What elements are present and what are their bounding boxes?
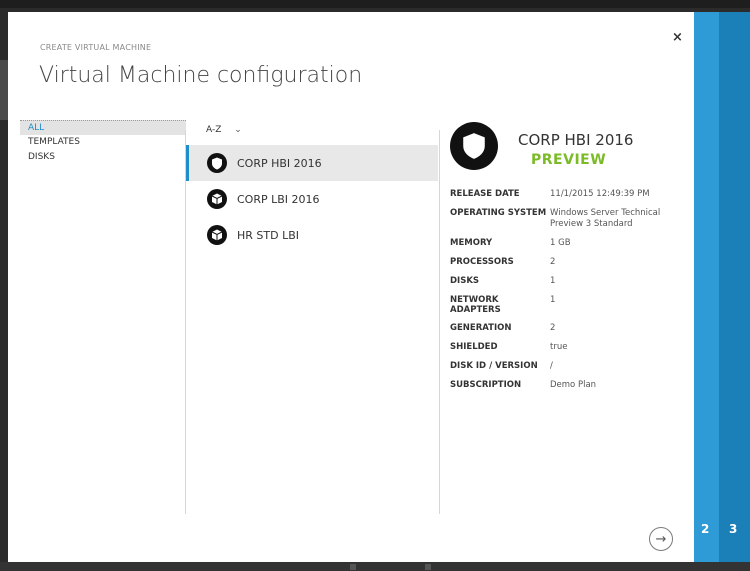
column-divider: [439, 130, 440, 514]
property-value: 2: [550, 257, 556, 267]
property-key: OPERATING SYSTEM: [450, 208, 547, 218]
vm-item-hr-std-lbi[interactable]: HR STD LBI: [186, 217, 438, 253]
property-value: 11/1/2015 12:49:39 PM: [550, 189, 650, 199]
vm-list: CORP HBI 2016 CORP LBI 2016 HR STD LBI: [186, 145, 438, 253]
step-rail-secondary: [719, 12, 750, 562]
background-mark: [425, 564, 431, 570]
vm-item-label: CORP LBI 2016: [237, 192, 320, 206]
sort-dropdown[interactable]: A-Z ⌄: [206, 125, 242, 135]
property-row: MEMORY 1 GB: [450, 238, 690, 249]
property-row: NETWORK ADAPTERS 1: [450, 295, 690, 315]
sort-label: A-Z: [206, 125, 222, 135]
property-row: SHIELDED true: [450, 342, 690, 353]
vm-item-label: CORP HBI 2016: [237, 156, 322, 170]
dialog-subtitle: CREATE VIRTUAL MACHINE: [40, 43, 152, 52]
property-row: PROCESSORS 2: [450, 257, 690, 268]
detail-header: CORP HBI 2016 PREVIEW: [450, 120, 690, 180]
arrow-right-icon: →: [655, 531, 667, 547]
property-value: Demo Plan: [550, 380, 597, 390]
property-key: MEMORY: [450, 238, 493, 248]
background-top: [0, 0, 750, 8]
property-value: true: [550, 342, 568, 352]
vm-item-label: HR STD LBI: [237, 228, 299, 242]
create-vm-dialog: CREATE VIRTUAL MACHINE Virtual Machine c…: [8, 12, 694, 562]
preview-badge: PREVIEW: [531, 152, 607, 168]
page-title: Virtual Machine configuration: [39, 63, 363, 88]
background-bottom: [0, 562, 750, 571]
property-row: OPERATING SYSTEM Windows Server Technica…: [450, 208, 690, 230]
step-3-button[interactable]: 3: [729, 522, 737, 536]
property-row: GENERATION 2: [450, 323, 690, 334]
property-row: DISKS 1: [450, 276, 690, 287]
filter-list: ALL TEMPLATES DISKS: [20, 120, 186, 165]
property-value: Windows Server Technical Preview 3 Stand…: [550, 208, 661, 229]
filter-item-templates[interactable]: TEMPLATES: [20, 135, 186, 150]
property-value: 1: [550, 295, 556, 305]
property-key: GENERATION: [450, 323, 512, 333]
property-key: DISK ID / VERSION: [450, 361, 538, 371]
property-row: RELEASE DATE 11/1/2015 12:49:39 PM: [450, 189, 690, 200]
vm-item-corp-hbi-2016[interactable]: CORP HBI 2016: [186, 145, 438, 181]
step-rail: [694, 12, 719, 562]
background-mark: [350, 564, 356, 570]
chevron-down-icon: ⌄: [234, 125, 242, 135]
shield-icon: [450, 122, 498, 170]
property-value: 1 GB: [550, 238, 571, 248]
property-key: PROCESSORS: [450, 257, 514, 267]
step-2-button[interactable]: 2: [701, 522, 709, 536]
close-button[interactable]: ×: [672, 30, 683, 45]
property-row: SUBSCRIPTION Demo Plan: [450, 380, 690, 391]
filter-item-disks[interactable]: DISKS: [20, 150, 186, 165]
vm-item-corp-lbi-2016[interactable]: CORP LBI 2016: [186, 181, 438, 217]
property-list: RELEASE DATE 11/1/2015 12:49:39 PM OPERA…: [450, 189, 690, 399]
cube-icon: [207, 189, 227, 209]
filter-item-all[interactable]: ALL: [20, 120, 186, 135]
property-key: NETWORK ADAPTERS: [450, 295, 501, 315]
property-value: 1: [550, 276, 556, 286]
property-row: DISK ID / VERSION /: [450, 361, 690, 372]
property-value: 2: [550, 323, 556, 333]
detail-vm-name: CORP HBI 2016: [518, 131, 634, 149]
property-value: /: [550, 361, 553, 371]
property-key: SUBSCRIPTION: [450, 380, 522, 390]
background-strip: [0, 60, 8, 120]
cube-icon: [207, 225, 227, 245]
shield-icon: [207, 153, 227, 173]
property-key: RELEASE DATE: [450, 189, 520, 199]
property-key: SHIELDED: [450, 342, 498, 352]
property-key: DISKS: [450, 276, 480, 286]
next-button[interactable]: →: [649, 527, 673, 551]
